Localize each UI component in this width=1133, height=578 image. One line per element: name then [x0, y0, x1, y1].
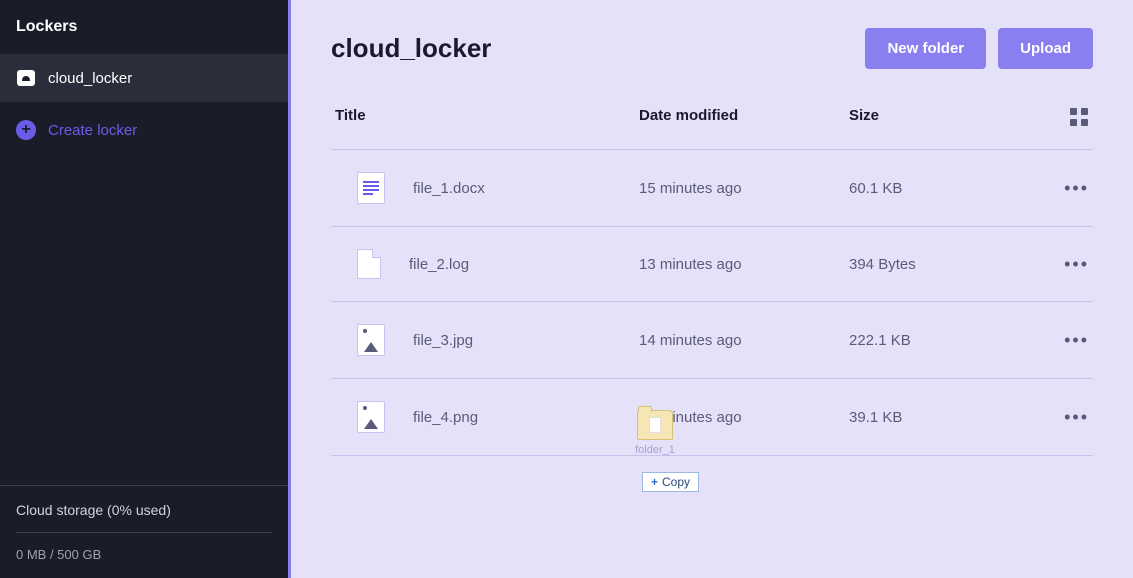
more-actions-button[interactable]: ••• — [1029, 178, 1089, 199]
file-date: 14 minutes ago — [639, 332, 849, 349]
storage-label: Cloud storage (0% used) — [16, 502, 272, 518]
page-title: cloud_locker — [331, 33, 491, 64]
file-size: 394 Bytes — [849, 256, 1029, 273]
col-date: Date modified — [639, 107, 849, 127]
file-title-cell: file_1.docx — [335, 172, 639, 204]
table-header: Title Date modified Size — [331, 93, 1093, 149]
file-name: file_1.docx — [413, 180, 485, 197]
sidebar-title: Lockers — [0, 0, 288, 54]
storage-info: Cloud storage (0% used) 0 MB / 500 GB — [0, 485, 288, 578]
new-folder-button[interactable]: New folder — [865, 28, 986, 69]
upload-button[interactable]: Upload — [998, 28, 1093, 69]
storage-usage-text: 0 MB / 500 GB — [16, 547, 272, 562]
table-row[interactable]: file_3.jpg 14 minutes ago 222.1 KB ••• — [331, 302, 1093, 379]
more-actions-button[interactable]: ••• — [1029, 330, 1089, 351]
more-actions-button[interactable]: ••• — [1029, 407, 1089, 428]
file-date: 15 minutes ago — [639, 180, 849, 197]
main-content: cloud_locker New folder Upload Title Dat… — [288, 0, 1133, 578]
document-icon — [357, 172, 385, 204]
more-actions-button[interactable]: ••• — [1029, 254, 1089, 275]
file-title-cell: file_2.log — [335, 249, 639, 279]
file-date: 17 minutes ago — [639, 409, 849, 426]
col-size: Size — [849, 107, 1029, 127]
table-row[interactable]: file_1.docx 15 minutes ago 60.1 KB ••• — [331, 150, 1093, 227]
sidebar-locker-label: cloud_locker — [48, 70, 132, 87]
copy-tooltip-label: Copy — [662, 475, 690, 489]
grid-icon — [1069, 107, 1089, 127]
col-title: Title — [335, 107, 639, 127]
sidebar-locker-item[interactable]: cloud_locker — [0, 54, 288, 102]
image-icon — [357, 401, 385, 433]
file-name: file_3.jpg — [413, 332, 473, 349]
table-row[interactable]: file_2.log 13 minutes ago 394 Bytes ••• — [331, 227, 1093, 302]
file-name: file_4.png — [413, 409, 478, 426]
table-body: file_1.docx 15 minutes ago 60.1 KB ••• f… — [331, 149, 1093, 456]
file-size: 222.1 KB — [849, 332, 1029, 349]
file-date: 13 minutes ago — [639, 256, 849, 273]
locker-icon — [16, 68, 36, 88]
plus-icon: + — [16, 120, 36, 140]
copy-tooltip: + Copy — [642, 472, 699, 492]
table-row[interactable]: file_4.png 17 minutes ago 39.1 KB ••• — [331, 379, 1093, 456]
file-title-cell: file_3.jpg — [335, 324, 639, 356]
header-actions: New folder Upload — [865, 28, 1093, 69]
file-icon — [357, 249, 381, 279]
storage-progress-bar — [16, 532, 272, 533]
file-title-cell: file_4.png — [335, 401, 639, 433]
image-icon — [357, 324, 385, 356]
create-locker-button[interactable]: + Create locker — [0, 102, 288, 158]
file-size: 60.1 KB — [849, 180, 1029, 197]
file-name: file_2.log — [409, 256, 469, 273]
create-locker-label: Create locker — [48, 122, 137, 139]
grid-view-button[interactable] — [1029, 107, 1089, 127]
file-table: Title Date modified Size — [331, 93, 1093, 456]
file-size: 39.1 KB — [849, 409, 1029, 426]
plus-icon: + — [651, 475, 658, 489]
main-header: cloud_locker New folder Upload — [291, 0, 1133, 93]
sidebar: Lockers cloud_locker + Create locker Clo… — [0, 0, 288, 578]
